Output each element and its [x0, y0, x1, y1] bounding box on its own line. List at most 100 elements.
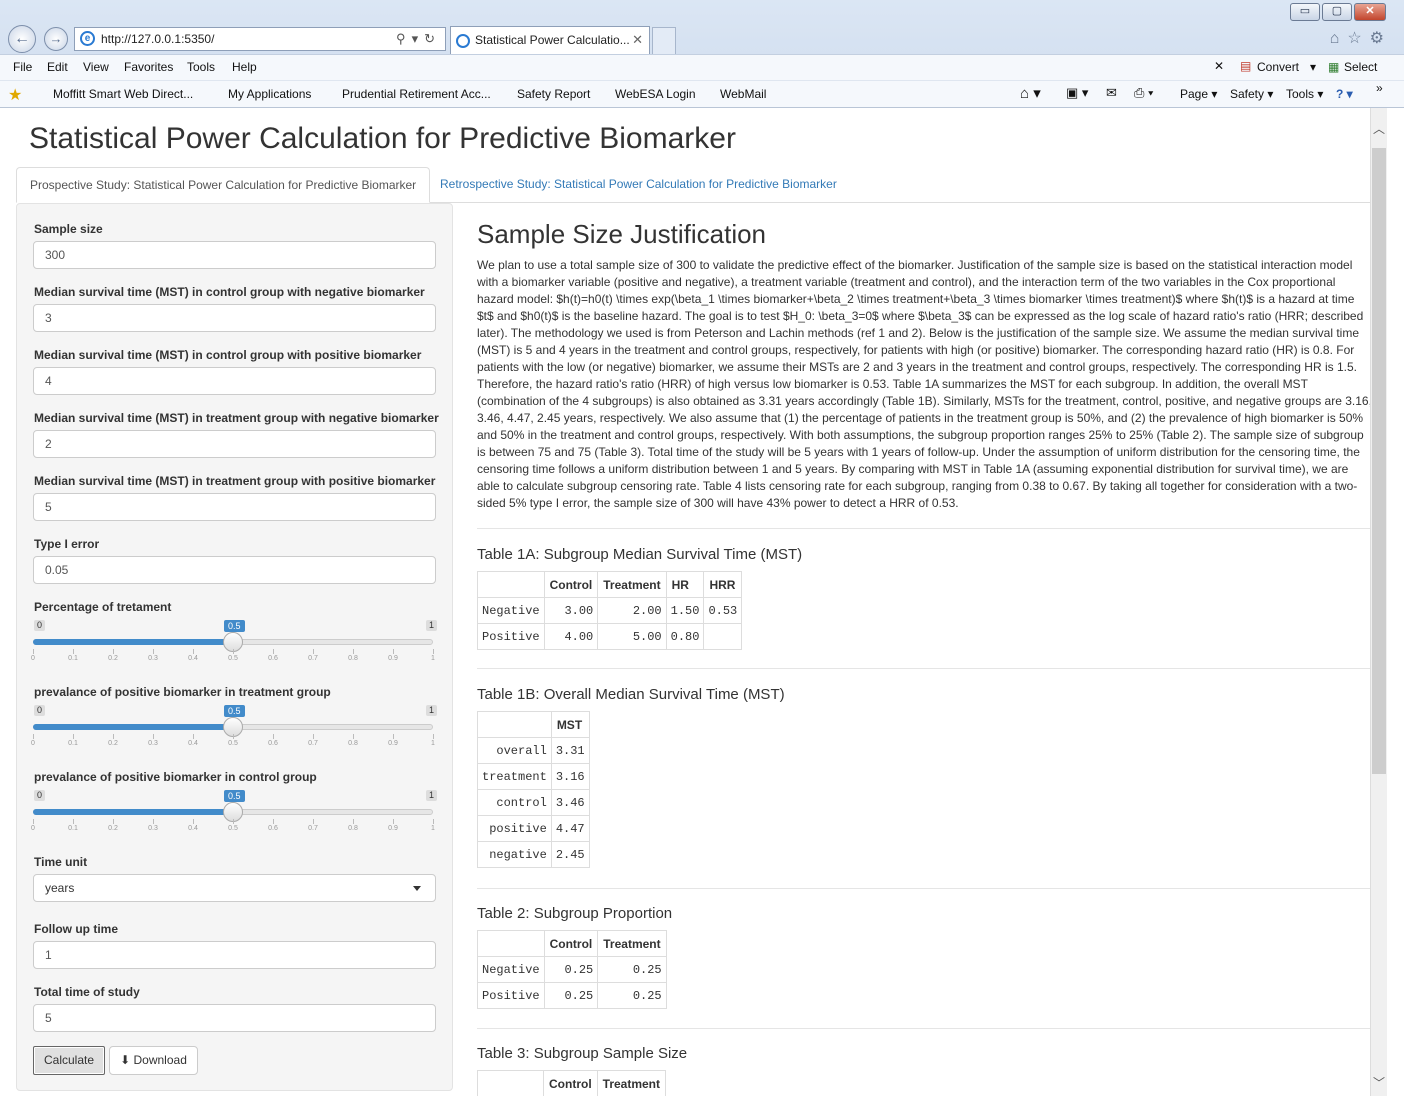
follow-up-input[interactable]: 1: [33, 941, 436, 969]
scroll-thumb[interactable]: [1372, 148, 1386, 774]
total-time-input[interactable]: 5: [33, 1004, 436, 1032]
table-header-cell: [477, 1070, 544, 1096]
favorites-star-icon[interactable]: ☆: [1347, 30, 1369, 47]
prev-trt-slider[interactable]: 0 1 0.5 0 0.1 0.2 0.3 0.4 0.5 0.6 0.7 0.8 0.9 1: [31, 705, 437, 755]
table-cell: 0.53: [703, 597, 743, 624]
mst-ctrl-pos-input[interactable]: 4: [33, 367, 436, 395]
safety-menu[interactable]: Safety ▾: [1230, 87, 1273, 101]
prev-ctrl-slider[interactable]: 0 1 0.5 0 0.1 0.2 0.3 0.4 0.5 0.6 0.7 0.8 0.9 1: [31, 790, 437, 840]
refresh-icon[interactable]: ↻: [424, 31, 441, 46]
mst-trt-pos-label: Median survival time (MST) in treatment …: [34, 474, 436, 488]
mst-trt-pos-input[interactable]: 5: [33, 493, 436, 521]
fav-moffitt[interactable]: Moffitt Smart Web Direct...: [53, 87, 193, 101]
sample-size-input[interactable]: 300: [33, 241, 436, 269]
mail-icon[interactable]: ✉: [1106, 85, 1117, 101]
slider-tick-label: 0.9: [378, 819, 408, 833]
scroll-down-icon[interactable]: ﹀: [1371, 1074, 1387, 1091]
table-cell: 3.00: [543, 597, 599, 624]
table3: Control Treatment: [477, 1070, 667, 1096]
study-tabs: Prospective Study: Statistical Power Cal…: [16, 167, 1370, 203]
menu-edit[interactable]: Edit: [47, 60, 68, 74]
table-cell: control: [477, 789, 552, 816]
tools-menu[interactable]: Tools ▾: [1286, 87, 1323, 101]
slider-tick-label: 0.7: [298, 649, 328, 663]
table-row: treatment 3.16: [477, 763, 590, 790]
table-cell: 3.46: [550, 789, 590, 816]
slider-tick-label: 0: [18, 649, 48, 663]
fav-webmail[interactable]: WebMail: [720, 87, 766, 101]
fav-my-applications[interactable]: My Applications: [228, 87, 311, 101]
calculate-button[interactable]: Calculate: [33, 1046, 105, 1075]
slider-tick-label: 0.8: [338, 649, 368, 663]
menu-view[interactable]: View: [83, 60, 109, 74]
download-button[interactable]: ⬇ Download: [109, 1046, 198, 1075]
home-toolbar-icon[interactable]: ⌂ ▾: [1020, 84, 1041, 102]
fav-safety-report[interactable]: Safety Report: [517, 87, 590, 101]
table-row: Negative 0.25 0.25: [477, 956, 667, 983]
table-cell: positive: [477, 815, 552, 842]
menu-help[interactable]: Help: [232, 60, 257, 74]
table1b: MST overall 3.31 treatment 3.16 control 3.46 po…: [477, 711, 590, 868]
page-menu[interactable]: Page ▾: [1180, 87, 1217, 101]
table2-title: Table 2: Subgroup Proportion: [477, 905, 673, 922]
back-arrow-icon: ←: [14, 30, 30, 47]
tab-close-icon[interactable]: ✕: [632, 27, 643, 53]
follow-up-label: Follow up time: [34, 922, 118, 936]
feeds-icon[interactable]: ▣ ▾: [1066, 85, 1088, 101]
divider: [477, 668, 1370, 669]
new-tab-button[interactable]: [652, 27, 676, 54]
maximize-button[interactable]: ▢: [1322, 3, 1352, 21]
menu-favorites[interactable]: Favorites: [124, 60, 173, 74]
justification-title: Sample Size Justification: [477, 219, 767, 249]
scroll-up-icon[interactable]: ︿: [1371, 120, 1387, 137]
minimize-button[interactable]: ▭: [1290, 3, 1320, 21]
back-button[interactable]: ←: [8, 25, 36, 53]
select-button[interactable]: Select: [1344, 60, 1377, 74]
close-x-icon[interactable]: ✕: [1214, 59, 1224, 73]
convert-dropdown-icon[interactable]: ▾: [1310, 60, 1316, 74]
menu-bar: File Edit View Favorites Tools Help ✕ ▤ …: [0, 54, 1404, 80]
home-icon[interactable]: ⌂: [1330, 30, 1348, 47]
slider-tick-label: 0.8: [338, 819, 368, 833]
address-bar[interactable]: e http://127.0.0.1:5350/ ⚲▾↻: [74, 27, 446, 51]
justification-text: We plan to use a total sample size of 30…: [477, 258, 1370, 510]
type1-error-input[interactable]: 0.05: [33, 556, 436, 584]
slider-tick-label: 0.9: [378, 734, 408, 748]
menu-tools[interactable]: Tools: [187, 60, 215, 74]
browser-tab-title: Statistical Power Calculatio...: [475, 33, 630, 47]
table-header-cell: [477, 930, 545, 957]
close-window-button[interactable]: ✕: [1354, 3, 1386, 21]
slider-min-label: 0: [34, 620, 46, 631]
more-chevron-icon[interactable]: »: [1376, 81, 1383, 95]
type1-error-label: Type I error: [34, 537, 100, 551]
print-icon[interactable]: ⎙ ▾: [1134, 85, 1153, 101]
fav-prudential[interactable]: Prudential Retirement Acc...: [342, 87, 491, 101]
gear-icon[interactable]: ⚙: [1370, 30, 1392, 47]
navigation-row: ← → e http://127.0.0.1:5350/ ⚲▾↻ Statist…: [0, 24, 1404, 54]
web-page: Statistical Power Calculation for Predic…: [4, 108, 1370, 1096]
page-scrollbar[interactable]: ︿ ﹀: [1370, 108, 1387, 1096]
browser-toolbar-icons: ⌂☆⚙: [1330, 28, 1392, 48]
slider-tick-label: 0.2: [98, 649, 128, 663]
browser-tab[interactable]: Statistical Power Calculatio... ✕: [450, 26, 650, 54]
input-sidebar: Sample size 300 Median survival time (MS…: [16, 203, 453, 1091]
mst-ctrl-neg-input[interactable]: 3: [33, 304, 436, 332]
mst-trt-neg-input[interactable]: 2: [33, 430, 436, 458]
pct-treatment-slider[interactable]: 0 1 0.5 0 0.1 0.2 0.3 0.4 0.5 0.6 0.7 0.8 0.9 1: [31, 620, 437, 670]
search-icon[interactable]: ⚲: [396, 31, 412, 46]
tools-menu-label: Tools: [1286, 87, 1315, 101]
convert-button[interactable]: Convert: [1257, 60, 1299, 74]
dropdown-icon[interactable]: ▾: [412, 31, 425, 46]
slider-tick-label: 0.5: [218, 734, 248, 748]
time-unit-select[interactable]: years: [33, 874, 436, 902]
help-icon[interactable]: ? ▾: [1336, 87, 1353, 101]
forward-button[interactable]: →: [44, 27, 68, 51]
favorites-add-icon[interactable]: ★: [8, 85, 22, 105]
tab-retrospective[interactable]: Retrospective Study: Statistical Power C…: [440, 167, 837, 203]
slider-tick-label: 0.6: [258, 734, 288, 748]
slider-min-label: 0: [34, 705, 46, 716]
fav-webesa[interactable]: WebESA Login: [615, 87, 696, 101]
menu-file[interactable]: File: [13, 60, 32, 74]
table-cell: 0.25: [543, 982, 599, 1009]
tab-prospective[interactable]: Prospective Study: Statistical Power Cal…: [16, 167, 431, 203]
